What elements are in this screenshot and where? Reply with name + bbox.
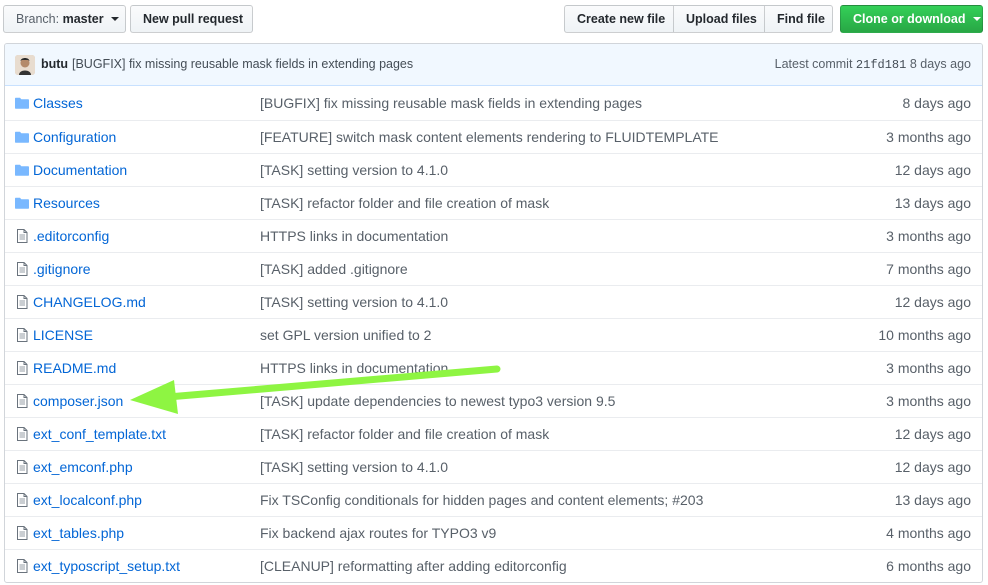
commit-age: 3 months ago [886,360,971,376]
table-row[interactable]: LICENSE set GPL version unified to 2 10 mo… [5,318,982,351]
file-name-link[interactable]: .gitignore [33,261,91,277]
file-name-link[interactable]: .editorconfig [33,228,109,244]
create-new-file-button[interactable]: Create new file [564,5,674,33]
file-icon [14,525,30,541]
clone-or-download-button[interactable]: Clone or download [840,5,983,33]
commit-author[interactable]: butu [41,57,68,71]
commit-message-link[interactable]: [TASK] refactor folder and file creation… [260,195,549,211]
folder-icon [14,162,30,178]
file-name-link[interactable]: Documentation [33,162,127,178]
file-icon [14,228,30,244]
commit-sha[interactable]: 21fd181 [856,58,906,72]
table-row[interactable]: ext_emconf.php [TASK] setting version to … [5,450,982,483]
commit-age: 12 days ago [894,294,971,310]
file-name-link[interactable]: Classes [33,95,83,111]
commit-message[interactable]: [BUGFIX] fix missing reusable mask field… [72,57,413,71]
branch-select-button[interactable]: Branch: master [3,5,126,33]
commit-message-link[interactable]: [TASK] setting version to 4.1.0 [260,459,448,475]
commit-message-link[interactable]: [TASK] refactor folder and file creation… [260,426,549,442]
commit-message-link[interactable]: [TASK] setting version to 4.1.0 [260,162,448,178]
table-row[interactable]: ext_localconf.php Fix TSConfig conditiona… [5,483,982,516]
branch-name: master [62,12,104,26]
commit-message-link[interactable]: [TASK] added .gitignore [260,261,408,277]
file-name-link[interactable]: README.md [33,360,116,376]
commit-message-link[interactable]: HTTPS links in documentation [260,228,448,244]
commit-message-link[interactable]: [TASK] update dependencies to newest typ… [260,393,615,409]
file-name-link[interactable]: ext_localconf.php [33,492,142,508]
table-row[interactable]: Documentation [TASK] setting version to 4… [5,153,982,186]
file-icon [14,261,30,277]
chevron-down-icon [111,16,120,21]
table-row[interactable]: .gitignore [TASK] added .gitignore 7 month… [5,252,982,285]
file-icon [14,558,30,574]
commit-age: 12 days ago [894,162,971,178]
file-name-link[interactable]: composer.json [33,393,123,409]
commit-message-link[interactable]: set GPL version unified to 2 [260,327,431,343]
latest-commit-label: Latest commit [774,57,853,71]
commit-age: 7 months ago [886,261,971,277]
file-name-link[interactable]: ext_tables.php [33,525,124,541]
table-row[interactable]: README.md HTTPS links in documentation 3 m… [5,351,982,384]
file-name-link[interactable]: ext_emconf.php [33,459,133,475]
table-row[interactable]: ext_conf_template.txt [TASK] refactor fol… [5,417,982,450]
find-file-button[interactable]: Find file [764,5,833,33]
table-row[interactable]: composer.json [TASK] update dependencies … [5,384,982,417]
commit-message-link[interactable]: [FEATURE] switch mask content elements r… [260,129,719,145]
file-name-link[interactable]: ext_conf_template.txt [33,426,166,442]
commit-message-link[interactable]: [CLEANUP] reformatting after adding edit… [260,558,567,574]
table-row[interactable]: CHANGELOG.md [TASK] setting version to 4.… [5,285,982,318]
commit-age: 4 months ago [886,525,971,541]
file-name-link[interactable]: CHANGELOG.md [33,294,146,310]
file-icon [14,492,30,508]
file-name-link[interactable]: LICENSE [33,327,93,343]
latest-commit-info: Latest commit 21fd181 8 days ago [775,57,971,72]
file-name-link[interactable]: ext_typoscript_setup.txt [33,558,180,574]
upload-files-button[interactable]: Upload files [673,5,765,33]
chevron-down-icon [972,16,981,21]
commit-age: 3 months ago [886,129,971,145]
folder-icon [14,95,30,111]
commit-message-link[interactable]: Fix TSConfig conditionals for hidden pag… [260,492,703,508]
latest-commit-bar: butu [BUGFIX] fix missing reusable mask … [5,44,982,86]
table-row[interactable]: ext_typoscript_setup.txt [CLEANUP] reform… [5,549,982,582]
file-icon [14,294,30,310]
commit-age: 12 days ago [894,426,971,442]
folder-icon [14,129,30,145]
folder-icon [14,195,30,211]
commit-message-link[interactable]: HTTPS links in documentation [260,360,448,376]
table-row[interactable]: Configuration [FEATURE] switch mask conte… [5,120,982,153]
table-row[interactable]: Classes [BUGFIX] fix missing reusable mas… [5,87,982,120]
commit-age: 8 days ago [909,57,971,71]
commit-age: 10 months ago [878,327,971,343]
commit-message-link[interactable]: [TASK] setting version to 4.1.0 [260,294,448,310]
commit-message-link[interactable]: [BUGFIX] fix missing reusable mask field… [260,95,642,111]
commit-age: 6 months ago [886,558,971,574]
table-row[interactable]: .editorconfig HTTPS links in documentatio… [5,219,982,252]
file-icon [14,360,30,376]
file-icon [14,426,30,442]
commit-age: 8 days ago [902,95,972,111]
file-icon [14,327,30,343]
file-list-box: butu [BUGFIX] fix missing reusable mask … [4,43,983,583]
file-table: Classes [BUGFIX] fix missing reusable mas… [5,87,982,582]
branch-prefix: Branch: [16,12,60,26]
commit-age: 3 months ago [886,393,971,409]
commit-age: 13 days ago [894,492,971,508]
file-icon [14,459,30,475]
file-icon [14,393,30,409]
file-name-link[interactable]: Resources [33,195,100,211]
commit-age: 13 days ago [894,195,971,211]
clone-label: Clone or download [853,12,966,26]
file-name-link[interactable]: Configuration [33,129,116,145]
table-row[interactable]: Resources [TASK] refactor folder and file… [5,186,982,219]
commit-age: 3 months ago [886,228,971,244]
avatar[interactable] [15,55,35,75]
commit-age: 12 days ago [894,459,971,475]
new-pull-request-button[interactable]: New pull request [130,5,253,33]
repo-toolbar: Branch: master New pull request Create n… [0,0,988,40]
table-row[interactable]: ext_tables.php Fix backend ajax routes fo… [5,516,982,549]
commit-message-link[interactable]: Fix backend ajax routes for TYPO3 v9 [260,525,496,541]
